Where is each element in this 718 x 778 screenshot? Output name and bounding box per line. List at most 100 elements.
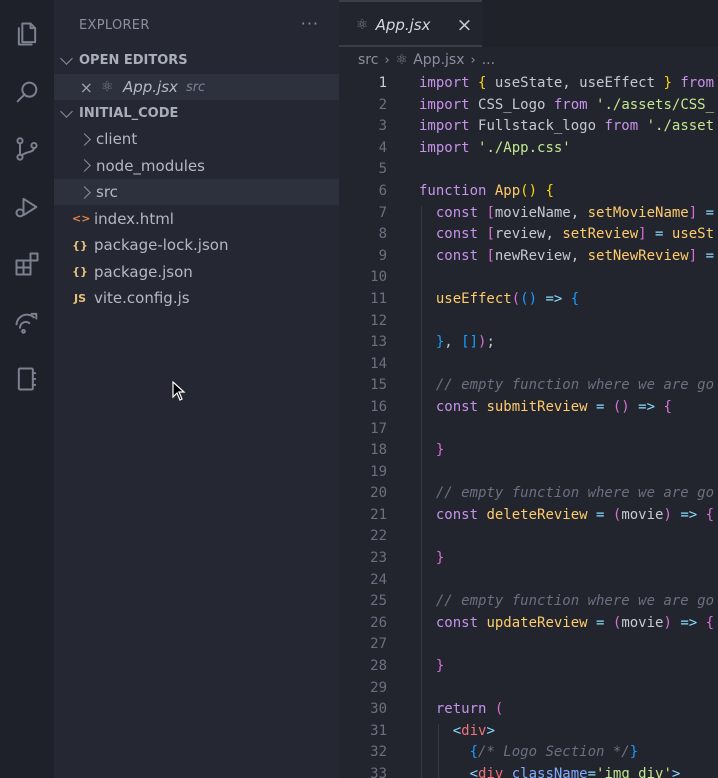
file-item[interactable]: {} package-lock.json <box>54 232 339 258</box>
code-text: const updateReview = (movie) => { <box>419 614 715 631</box>
breadcrumb-src[interactable]: src <box>358 52 378 68</box>
more-actions-icon[interactable]: ··· <box>301 14 319 33</box>
close-icon[interactable]: × <box>54 78 93 97</box>
code-line: 25 // empty function where we are go <box>339 591 718 613</box>
code-line: 30 return ( <box>339 699 718 721</box>
project-section[interactable]: INITIAL_CODE <box>54 101 339 125</box>
tab-app-jsx[interactable]: ⚛ App.jsx × <box>339 0 482 47</box>
extensions-icon[interactable] <box>9 246 45 282</box>
tree-item-label: package.json <box>94 262 193 281</box>
code-text: const [review, setReview] = useSt <box>419 226 715 243</box>
open-editors-section[interactable]: OPEN EDITORS <box>54 48 339 72</box>
breadcrumb-more[interactable]: ... <box>482 52 495 68</box>
open-editors-label: OPEN EDITORS <box>79 52 188 68</box>
remote-icon[interactable] <box>9 304 45 340</box>
line-number: 8 <box>378 226 387 243</box>
explorer-title: EXPLORER <box>79 18 150 33</box>
code-text: const [newReview, setNewReview] = <box>419 247 715 264</box>
code-line: 5 <box>339 159 718 181</box>
code-line: 23 } <box>339 548 718 570</box>
line-number: 13 <box>370 334 387 351</box>
code-line: 21 const deleteReview = (movie) => { <box>339 505 718 527</box>
line-number: 30 <box>370 701 387 718</box>
code-line: 15 // empty function where we are go <box>339 375 718 397</box>
tab-close-icon[interactable]: × <box>457 14 473 36</box>
code-line: 33 <div className='img_div'> <box>339 764 718 778</box>
code-line: 12 <box>339 311 718 333</box>
line-number: 10 <box>370 269 387 286</box>
line-number: 12 <box>370 312 387 329</box>
chevron-down-icon <box>54 104 79 118</box>
code-text: import { useState, useEffect } from <box>419 75 715 91</box>
code-text: import CSS_Logo from './assets/CSS_ <box>419 96 715 113</box>
code-text: <div className='img_div'> <box>419 766 681 778</box>
code-line: 31 <div> <box>339 721 718 743</box>
tree-item-label: index.html <box>94 209 174 228</box>
code-line: 11 useEffect(() => { <box>339 289 718 311</box>
project-label: INITIAL_CODE <box>79 105 179 121</box>
run-debug-icon[interactable] <box>9 189 45 225</box>
line-number: 2 <box>378 96 387 113</box>
source-control-icon[interactable] <box>9 131 45 167</box>
breadcrumb-file[interactable]: App.jsx <box>413 52 464 68</box>
chevron-right-icon <box>74 159 95 172</box>
code-line: 8 const [review, setReview] = useSt <box>339 224 718 246</box>
code-text: <div> <box>419 722 495 739</box>
tree-item-label: vite.config.js <box>94 289 190 307</box>
code-text: } <box>419 550 445 567</box>
line-number: 26 <box>370 614 387 631</box>
line-number: 27 <box>370 636 387 653</box>
code-line: 16 const submitReview = () => { <box>339 397 718 419</box>
code-text: } <box>419 442 445 459</box>
explorer-sidebar: EXPLORER ··· OPEN EDITORS × ⚛ App.jsx sr… <box>54 0 339 778</box>
line-number: 24 <box>370 571 387 588</box>
line-number: 11 <box>370 290 387 307</box>
file-item[interactable]: <> index.html <box>54 206 339 232</box>
folder-item[interactable]: node_modules <box>54 153 339 179</box>
code-line: 14 <box>339 354 718 376</box>
code-line: 26 const updateReview = (movie) => { <box>339 613 718 635</box>
line-number: 18 <box>370 442 387 459</box>
code-line: 6 function App() { <box>339 181 718 203</box>
files-icon[interactable] <box>9 16 45 52</box>
code-editor[interactable]: 1 import { useState, useEffect } from 2 imp… <box>339 73 718 778</box>
line-number: 28 <box>370 658 387 675</box>
code-line: 27 <box>339 634 718 656</box>
line-number: 5 <box>378 161 387 178</box>
file-type-icon: {} <box>72 238 88 252</box>
line-number: 19 <box>370 463 387 480</box>
tree-item-label: src <box>96 183 118 201</box>
code-text: function App() { <box>419 182 554 199</box>
line-number: 21 <box>370 506 387 523</box>
chevron-right-icon <box>74 132 95 146</box>
code-line: 10 <box>339 267 718 289</box>
line-number: 1 <box>378 75 387 91</box>
code-line: 9 const [newReview, setNewReview] = <box>339 246 718 268</box>
open-editor-item[interactable]: × ⚛ App.jsx src <box>54 74 339 100</box>
code-text: // empty function where we are go <box>419 377 715 394</box>
editor-area: ⚛ App.jsx × src › ⚛ App.jsx › ... 1 impor… <box>339 0 718 778</box>
activity-bar <box>0 0 54 778</box>
line-number: 20 <box>370 485 387 502</box>
code-text: useEffect(() => { <box>419 290 580 307</box>
line-number: 9 <box>378 247 387 264</box>
code-line: 28 } <box>339 656 718 678</box>
code-text: // empty function where we are go <box>419 593 715 610</box>
notebook-icon[interactable] <box>9 361 45 397</box>
code-line: 17 <box>339 419 718 441</box>
chevron-down-icon <box>54 51 79 65</box>
search-icon[interactable] <box>9 74 45 110</box>
tree-item-label: node_modules <box>96 156 205 175</box>
line-number: 32 <box>370 744 387 761</box>
line-number: 17 <box>370 420 387 437</box>
file-item[interactable]: {} package.json <box>54 259 339 285</box>
folder-item[interactable]: src <box>54 179 339 205</box>
file-item[interactable]: JS vite.config.js <box>54 285 339 311</box>
code-line: 13 }, []); <box>339 332 718 354</box>
folder-item[interactable]: client <box>54 126 339 152</box>
code-text: } <box>419 658 445 675</box>
line-number: 14 <box>370 355 387 372</box>
react-file-icon: ⚛ <box>101 79 114 95</box>
chevron-right-icon: › <box>470 52 476 68</box>
file-type-icon: {} <box>72 265 88 278</box>
